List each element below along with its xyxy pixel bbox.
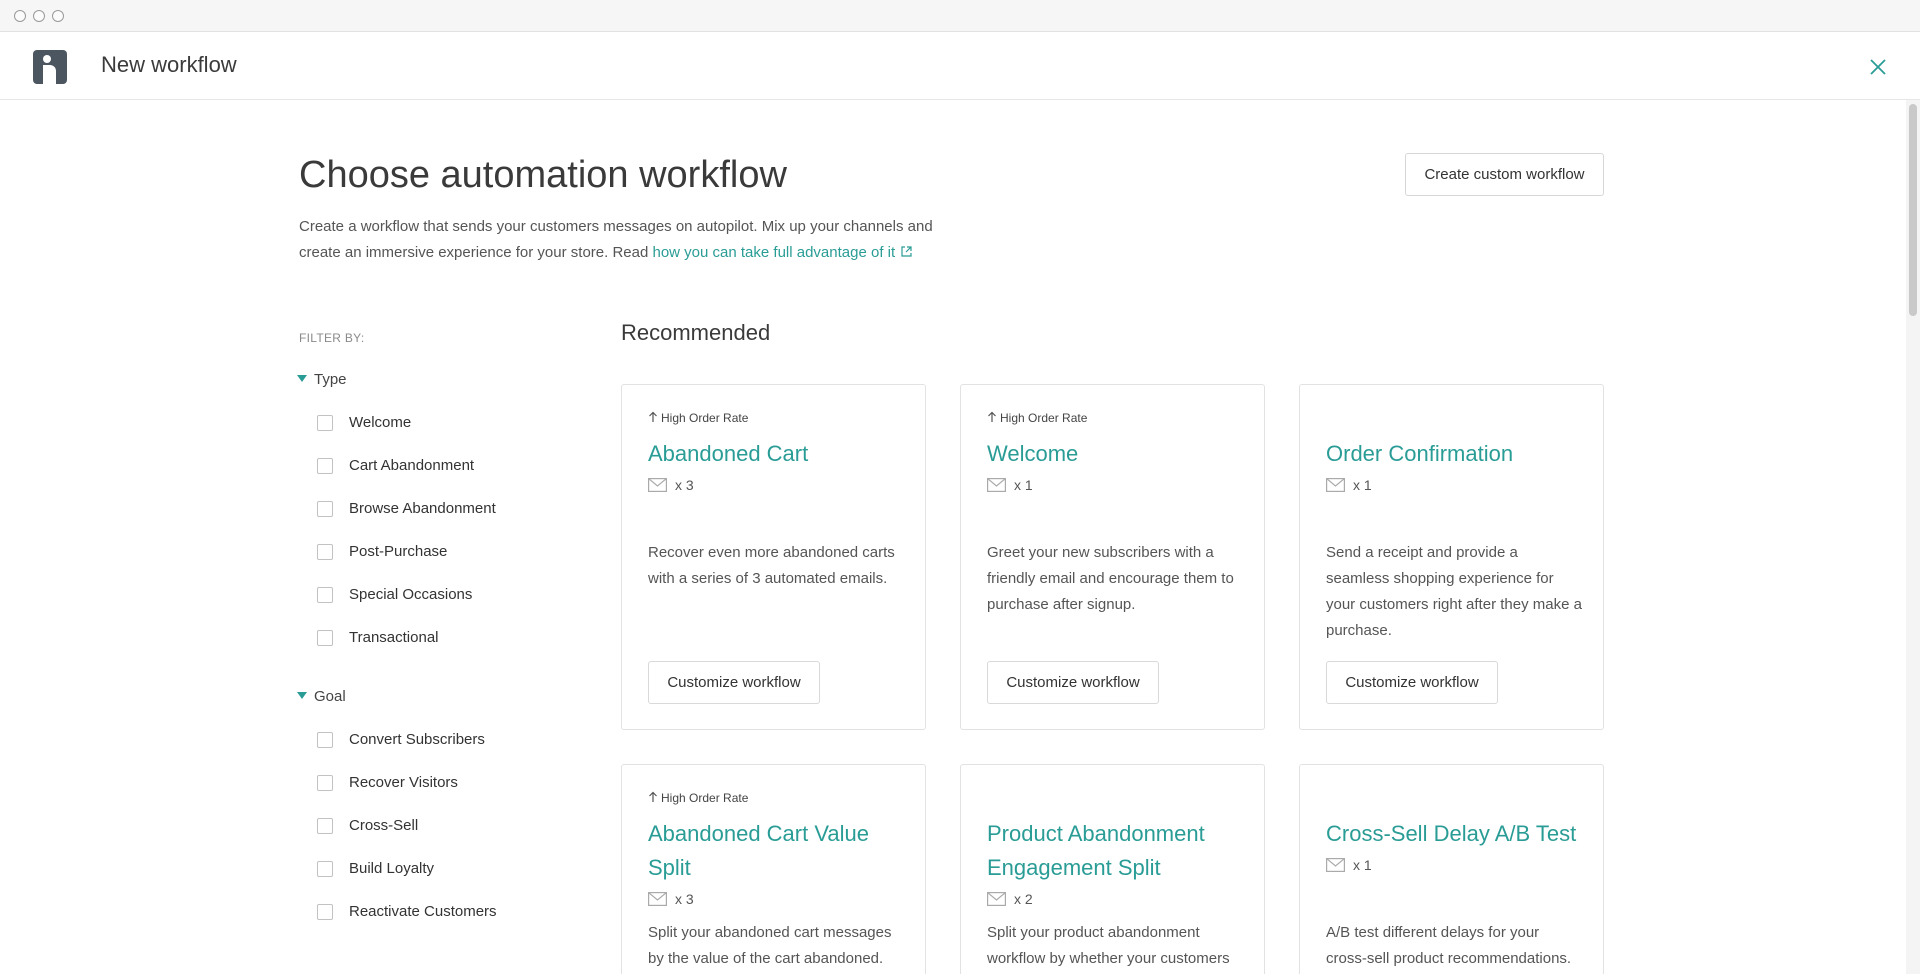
email-count: x 1 (987, 477, 1033, 493)
filter-group-type[interactable]: Type (297, 371, 347, 388)
checkbox[interactable] (317, 630, 333, 646)
workflow-card-abandoned-cart[interactable]: High Order Rate Abandoned Cart x 3 Recov… (621, 384, 926, 730)
advantage-link-label: how you can take full advantage of it (652, 244, 896, 261)
email-count-label: x 2 (1014, 891, 1033, 907)
checkbox[interactable] (317, 501, 333, 517)
card-description: A/B test different delays for your cross… (1326, 924, 1572, 967)
filter-option-label: Browse Abandonment (349, 500, 496, 517)
caret-down-icon (297, 692, 307, 699)
filter-option-label: Post-Purchase (349, 543, 448, 560)
workflow-card-order-confirmation[interactable]: Order Confirmation x 1 Send a receipt an… (1299, 384, 1604, 730)
email-icon (648, 892, 667, 906)
email-icon (1326, 858, 1345, 872)
app-header: New workflow (0, 32, 1920, 100)
customize-workflow-button[interactable]: Customize workflow (1326, 661, 1498, 704)
external-link-icon (901, 246, 912, 257)
window-maximize-control[interactable] (52, 10, 64, 22)
card-title[interactable]: Abandoned Cart Value Split (648, 817, 908, 885)
card-title[interactable]: Abandoned Cart (648, 437, 908, 471)
high-order-rate-badge: High Order Rate (648, 791, 748, 805)
scrollbar-thumb[interactable] (1909, 104, 1917, 316)
customize-workflow-button[interactable]: Customize workflow (987, 661, 1159, 704)
workflow-card-welcome[interactable]: High Order Rate Welcome x 1 Greet your n… (960, 384, 1265, 730)
high-order-rate-badge: High Order Rate (648, 411, 748, 425)
checkbox[interactable] (317, 818, 333, 834)
email-count-label: x 1 (1353, 857, 1372, 873)
checkbox[interactable] (317, 904, 333, 920)
caret-down-icon (297, 375, 307, 382)
arrow-up-icon (649, 411, 657, 422)
email-count: x 3 (648, 891, 694, 907)
email-icon (1326, 478, 1345, 492)
close-icon[interactable] (1866, 55, 1890, 79)
checkbox[interactable] (317, 415, 333, 431)
filter-by-label: FILTER BY: (299, 331, 365, 345)
filter-group-label: Type (314, 371, 347, 388)
workflow-card-abandoned-cart-value-split[interactable]: High Order Rate Abandoned Cart Value Spl… (621, 764, 926, 974)
intro-text: Create a workflow that sends your custom… (299, 214, 959, 266)
arrow-up-icon (649, 791, 657, 802)
card-title[interactable]: Cross-Sell Delay A/B Test (1326, 817, 1586, 851)
email-icon (987, 478, 1006, 492)
workflow-card-product-abandonment-engagement-split[interactable]: Product Abandonment Engagement Split x 2… (960, 764, 1265, 974)
window-minimize-control[interactable] (33, 10, 45, 22)
badge-label: High Order Rate (661, 791, 749, 805)
filter-option-label: Cross-Sell (349, 817, 419, 834)
arrow-up-icon (988, 411, 996, 422)
brand-logo-icon (33, 50, 67, 84)
window-close-control[interactable] (14, 10, 26, 22)
filter-option-label: Recover Visitors (349, 774, 458, 791)
header-title: New workflow (101, 52, 237, 77)
checkbox[interactable] (317, 587, 333, 603)
filter-option-label: Reactivate Customers (349, 903, 497, 920)
email-count: x 1 (1326, 477, 1372, 493)
filter-option-label: Convert Subscribers (349, 731, 485, 748)
filter-option-label: Transactional (349, 629, 439, 646)
create-custom-workflow-button[interactable]: Create custom workflow (1405, 153, 1604, 196)
card-description: Greet your new subscribers with a friend… (987, 544, 1234, 613)
card-title[interactable]: Order Confirmation (1326, 437, 1586, 471)
email-count-label: x 1 (1353, 477, 1372, 493)
window-titlebar (0, 0, 1920, 32)
badge-label: High Order Rate (661, 411, 749, 425)
email-count-label: x 3 (675, 891, 694, 907)
checkbox[interactable] (317, 861, 333, 877)
page-title: Choose automation workflow (299, 154, 787, 196)
email-count-label: x 3 (675, 477, 694, 493)
card-description: Recover even more abandoned carts with a… (648, 544, 895, 587)
workflow-card-cross-sell-delay-ab-test[interactable]: Cross-Sell Delay A/B Test x 1 A/B test d… (1299, 764, 1604, 974)
email-icon (648, 478, 667, 492)
badge-label: High Order Rate (1000, 411, 1088, 425)
card-description: Send a receipt and provide a seamless sh… (1326, 544, 1582, 639)
card-title[interactable]: Product Abandonment Engagement Split (987, 817, 1247, 885)
checkbox[interactable] (317, 732, 333, 748)
card-title[interactable]: Welcome (987, 437, 1247, 471)
high-order-rate-badge: High Order Rate (987, 411, 1087, 425)
email-count-label: x 1 (1014, 477, 1033, 493)
customize-workflow-button[interactable]: Customize workflow (648, 661, 820, 704)
filter-group-goal[interactable]: Goal (297, 688, 346, 705)
email-count: x 1 (1326, 857, 1372, 873)
email-count: x 2 (987, 891, 1033, 907)
filter-option-label: Build Loyalty (349, 860, 435, 877)
checkbox[interactable] (317, 544, 333, 560)
recommended-title: Recommended (621, 320, 771, 345)
checkbox[interactable] (317, 458, 333, 474)
email-icon (987, 892, 1006, 906)
email-count: x 3 (648, 477, 694, 493)
filter-option-label: Cart Abandonment (349, 457, 475, 474)
card-description: Split your abandoned cart messages by th… (648, 924, 892, 967)
checkbox[interactable] (317, 775, 333, 791)
filter-group-label: Goal (314, 688, 346, 705)
filter-option-label: Special Occasions (349, 586, 473, 603)
advantage-link[interactable]: how you can take full advantage of it (653, 244, 914, 261)
card-description: Split your product abandonment workflow … (987, 924, 1230, 967)
filter-option-label: Welcome (349, 414, 412, 431)
